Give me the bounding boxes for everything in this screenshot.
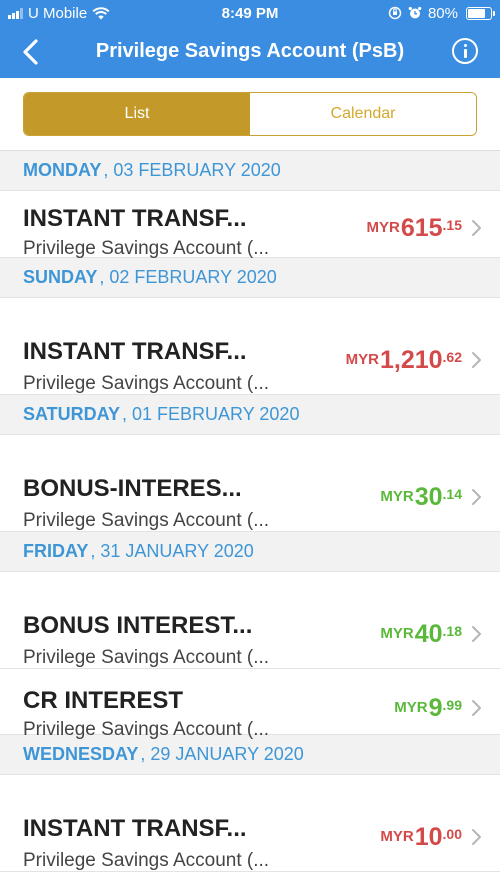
amount-currency: MYR [366,219,400,236]
chevron-right-icon [472,626,481,642]
transaction-amount: MYR 615.15 [366,214,462,243]
tab-calendar[interactable]: Calendar [250,93,476,135]
carrier-label: U Mobile [28,4,88,22]
transaction-amount: MYR 10.00 [380,823,462,852]
back-icon[interactable] [16,36,48,68]
chevron-right-icon [472,352,481,368]
battery-percent: 80% [427,4,458,22]
transaction-amount: MYR 30.14 [380,483,462,512]
date-header-day: SATURDAY [23,404,121,424]
view-toggle-bar: List Calendar [0,78,500,151]
transaction-title: BONUS-INTERES... [23,475,242,502]
amount-integer: 10 [414,823,443,851]
chevron-right-icon [472,489,481,505]
wifi-icon [92,6,110,19]
chevron-right-icon [472,220,481,236]
tab-list[interactable]: List [24,93,250,135]
date-header: WEDNESDAY, 29 JANUARY 2020 [0,735,500,775]
nav-bar: Privilege Savings Account (PsB) [0,26,500,78]
transaction-title: INSTANT TRANSF... [23,205,247,232]
status-bar: U Mobile 8:49 PM 80% [0,0,500,26]
transaction-row[interactable]: BONUS-INTERES... Privilege Savings Accoun… [0,435,500,532]
orientation-lock-icon [388,6,402,20]
amount-integer: 615 [400,214,443,242]
transaction-list: MONDAY, 03 FEBRUARY 2020 INSTANT TRANSF..… [0,151,500,872]
transaction-amount: MYR 40.18 [380,620,462,649]
transaction-amount: MYR 9.99 [394,694,462,723]
amount-currency: MYR [380,828,414,845]
date-header-date: , 03 FEBRUARY 2020 [103,160,281,180]
amount-currency: MYR [380,625,414,642]
transaction-title: CR INTEREST [23,687,184,714]
amount-decimal: .00 [442,826,462,842]
chevron-right-icon [472,700,481,716]
amount-integer: 1,210 [379,346,443,374]
transaction-row[interactable]: INSTANT TRANSF... Privilege Savings Accou… [0,298,500,395]
date-header-day: SUNDAY [23,267,98,287]
transaction-row[interactable]: BONUS INTEREST... Privilege Savings Accou… [0,572,500,669]
date-header-day: MONDAY [23,160,102,180]
battery-icon [466,6,495,20]
transaction-row[interactable]: INSTANT TRANSF... Privilege Savings Accou… [0,775,500,872]
amount-decimal: .99 [442,697,462,713]
date-header-date: , 29 JANUARY 2020 [140,744,304,764]
amount-decimal: .15 [442,217,462,233]
date-header-date: , 02 FEBRUARY 2020 [99,267,277,287]
transaction-title: INSTANT TRANSF... [23,815,247,842]
date-header-day: WEDNESDAY [23,744,139,764]
amount-currency: MYR [345,351,379,368]
transaction-account: Privilege Savings Account (... [23,647,270,668]
date-header-day: FRIDAY [23,541,89,561]
transaction-row[interactable]: INSTANT TRANSF... Privilege Savings Accou… [0,191,500,259]
transaction-title: INSTANT TRANSF... [23,338,247,365]
amount-integer: 40 [414,620,443,648]
date-header-date: , 01 FEBRUARY 2020 [122,404,300,424]
page-title: Privilege Savings Account (PsB) [95,40,405,62]
alarm-icon [408,6,422,19]
view-toggle: List Calendar [23,92,477,136]
transaction-account: Privilege Savings Account (... [23,719,270,740]
transaction-amount: MYR 1,210.62 [346,346,462,375]
amount-decimal: .18 [442,623,462,639]
date-header: FRIDAY, 31 JANUARY 2020 [0,532,500,572]
top-bar: U Mobile 8:49 PM 80% Privilege Savings A… [0,0,500,78]
date-header: MONDAY, 03 FEBRUARY 2020 [0,151,500,191]
amount-integer: 30 [414,483,443,511]
chevron-right-icon [472,829,481,845]
transaction-account: Privilege Savings Account (... [23,373,270,394]
amount-currency: MYR [394,699,428,716]
transaction-row[interactable]: CR INTEREST Privilege Savings Account (..… [0,669,500,740]
amount-currency: MYR [380,488,414,505]
signal-icon [8,7,23,19]
amount-decimal: .14 [442,486,462,502]
transaction-account: Privilege Savings Account (... [23,510,270,531]
amount-decimal: .62 [442,349,462,365]
amount-integer: 9 [428,694,443,722]
info-icon[interactable] [452,38,478,64]
transaction-account: Privilege Savings Account (... [23,850,270,871]
date-header-date: , 31 JANUARY 2020 [90,541,254,561]
date-header: SUNDAY, 02 FEBRUARY 2020 [0,258,500,298]
transaction-title: BONUS INTEREST... [23,612,253,639]
date-header: SATURDAY, 01 FEBRUARY 2020 [0,395,500,435]
transaction-account: Privilege Savings Account (... [23,238,270,259]
